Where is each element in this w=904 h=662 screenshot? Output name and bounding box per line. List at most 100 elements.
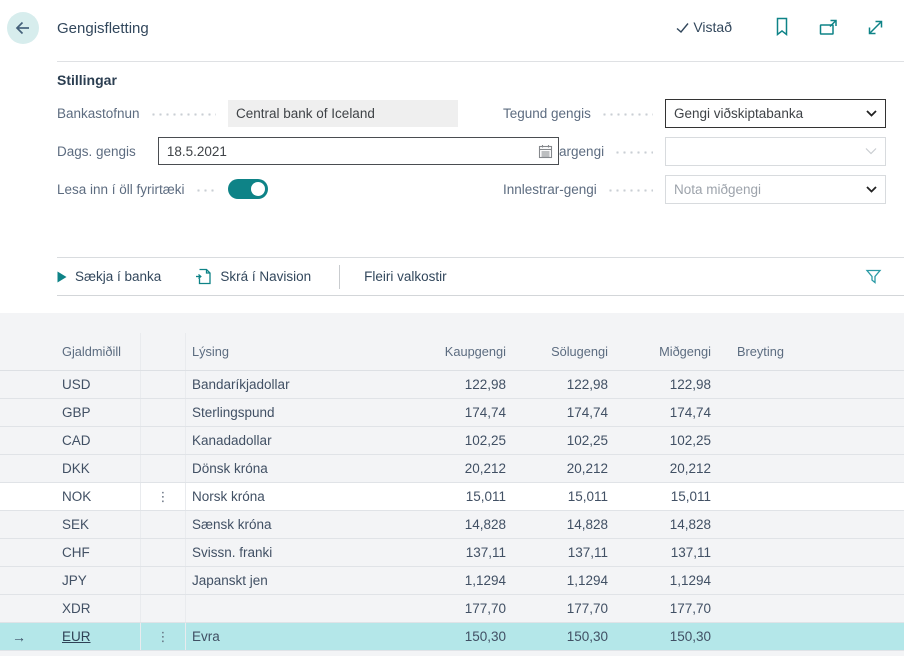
chevron-down-icon [865,147,877,155]
solugengi-cell: 14,828 [508,511,610,538]
currency-code-link[interactable]: SEK [62,517,89,532]
solugengi-cell: 102,25 [508,427,610,454]
table-row[interactable]: → JPY ⋮ Japanskt jen 1,1294 1,1294 1,129… [0,567,904,595]
filler-cell [823,539,904,566]
currency-code-cell: JPY [56,567,141,594]
row-menu-cell: ⋮ [141,539,186,566]
document-import-icon [195,268,212,285]
breyting-cell [713,483,823,510]
row-menu-cell: ⋮ [141,567,186,594]
column-header-gjaldmidill[interactable]: Gjaldmiðill [56,333,141,370]
midgengi-cell: 102,25 [610,427,713,454]
table-row[interactable]: → DKK ⋮ Dönsk króna 20,212 20,212 20,212 [0,455,904,483]
solugengi-cell: 137,11 [508,539,610,566]
column-header-solugengi[interactable]: Sölugengi [508,333,610,370]
currency-code-link[interactable]: DKK [62,461,90,476]
column-header-lysing[interactable]: Lýsing [186,333,390,370]
description-cell: Kanadadollar [186,427,390,454]
midgengi-cell: 174,74 [610,399,713,426]
row-menu-cell: ⋮ [141,595,186,622]
register-in-navision-button[interactable]: Skrá í Navision [195,268,311,285]
currency-code-link[interactable]: CAD [62,433,91,448]
lesa-inn-toggle[interactable] [228,179,268,199]
currency-code-cell: CHF [56,539,141,566]
chevron-down-icon [866,110,877,117]
currency-code-link[interactable]: JPY [62,573,87,588]
saved-label: Vistað [693,19,732,35]
table-row[interactable]: → CAD ⋮ Kanadadollar 102,25 102,25 102,2… [0,427,904,455]
more-options-button[interactable]: Fleiri valkostir [364,269,447,284]
column-header-kaupgengi[interactable]: Kaupgengi [390,333,508,370]
row-margin-cell: → [0,455,56,482]
column-header-midgengi[interactable]: Miðgengi [610,333,713,370]
filler-cell [823,399,904,426]
table-row[interactable]: → EUR ⋮ Evra 150,30 150,30 150,30 [0,623,904,651]
table-row[interactable]: → SEK ⋮ Sænsk króna 14,828 14,828 14,828 [0,511,904,539]
bookmark-button[interactable] [772,16,792,38]
currency-code-cell: USD [56,371,141,398]
currency-code-link[interactable]: NOK [62,489,91,504]
midgengi-cell: 137,11 [610,539,713,566]
description-cell: Bandaríkjadollar [186,371,390,398]
description-cell: Sænsk króna [186,511,390,538]
arrow-left-icon [13,18,33,38]
solugengi-cell: 1,1294 [508,567,610,594]
midgengi-cell: 150,30 [610,623,713,650]
midgengi-cell: 1,1294 [610,567,713,594]
currency-code-link[interactable]: GBP [62,405,91,420]
breyting-cell [713,371,823,398]
margin-column [0,333,56,370]
row-menu-cell: ⋮ [141,623,186,650]
tegund-gengis-value: Gengi viðskiptabanka [674,106,803,121]
row-margin-cell: → [0,539,56,566]
table-row[interactable]: → CHF ⋮ Svissn. franki 137,11 137,11 137… [0,539,904,567]
kaupgengi-cell: 20,212 [390,455,508,482]
currency-code-link[interactable]: EUR [62,629,91,644]
innlestrar-gengi-select: Nota miðgengi [665,175,886,204]
filter-button[interactable] [865,268,882,285]
column-header-menu [141,333,186,370]
midgengi-cell: 20,212 [610,455,713,482]
row-menu-cell: ⋮ [141,511,186,538]
tegund-gengis-select[interactable]: Gengi viðskiptabanka [665,99,886,128]
row-margin-cell: → [0,623,56,650]
breyting-cell [713,567,823,594]
breyting-cell [713,511,823,538]
fetch-from-bank-button[interactable]: Sækja í banka [57,269,161,284]
open-in-window-button[interactable] [818,17,839,38]
table-row[interactable]: → GBP ⋮ Sterlingspund 174,74 174,74 174,… [0,399,904,427]
dags-gengis-field[interactable] [158,137,559,165]
currency-code-link[interactable]: CHF [62,545,90,560]
check-icon [675,20,690,35]
row-margin-cell: → [0,511,56,538]
filler-cell [823,511,904,538]
breyting-cell [713,399,823,426]
filler-cell [823,371,904,398]
description-cell: Svissn. franki [186,539,390,566]
kaupgengi-cell: 1,1294 [390,567,508,594]
solugengi-cell: 15,011 [508,483,610,510]
play-icon [57,271,67,283]
column-header-breyting[interactable]: Breyting [713,333,823,370]
expand-button[interactable] [865,17,886,38]
kaupgengi-cell: 15,011 [390,483,508,510]
register-in-navision-label: Skrá í Navision [220,269,311,284]
vertical-ellipsis-icon[interactable]: ⋮ [141,629,185,645]
midgengi-cell: 177,70 [610,595,713,622]
currency-code-link[interactable]: USD [62,377,91,392]
description-cell: Sterlingspund [186,399,390,426]
row-margin-cell: → [0,483,56,510]
breyting-cell [713,623,823,650]
table-row[interactable]: → NOK ⋮ Norsk króna 15,011 15,011 15,011 [0,483,904,511]
arrow-right-icon: → [0,629,26,645]
table-row[interactable]: → XDR ⋮ 177,70 177,70 177,70 [0,595,904,623]
currency-code-link[interactable]: XDR [62,601,91,616]
filler-cell [823,455,904,482]
header-divider [57,61,904,62]
table-row[interactable]: → USD ⋮ Bandaríkjadollar 122,98 122,98 1… [0,371,904,399]
table-header-row: Gjaldmiðill Lýsing Kaupgengi Sölugengi M… [0,333,904,371]
more-options-label: Fleiri valkostir [364,269,447,284]
back-button[interactable] [7,12,39,44]
innlestrar-gengi-label: Innlestrar-gengi [503,182,597,197]
vertical-ellipsis-icon[interactable]: ⋮ [141,489,185,505]
